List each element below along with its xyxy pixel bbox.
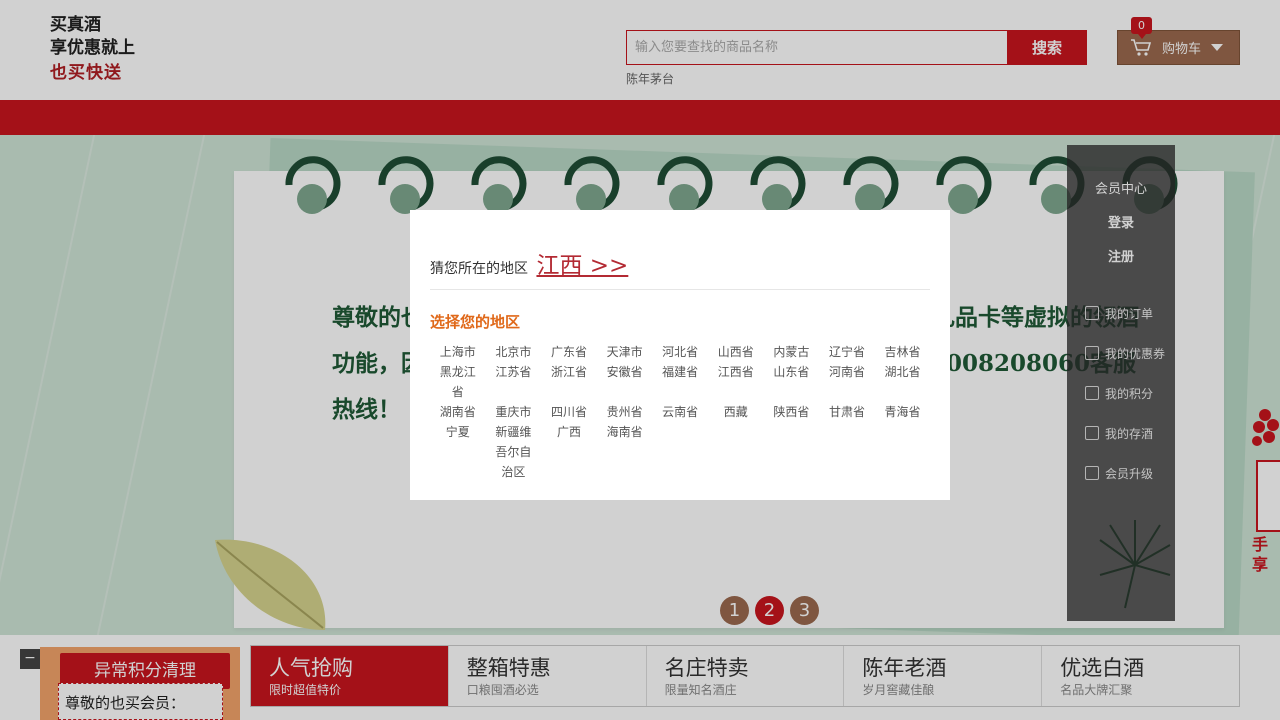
region-option[interactable]: 吉林省 — [875, 342, 931, 362]
region-option[interactable]: 广西 — [541, 422, 597, 482]
region-option[interactable]: 黑龙江省 — [430, 362, 486, 402]
guess-label: 猜您所在的地区 — [430, 261, 528, 277]
region-option[interactable]: 青海省 — [875, 402, 931, 422]
region-option[interactable]: 贵州省 — [597, 402, 653, 422]
region-option[interactable]: 河北省 — [652, 342, 708, 362]
region-option[interactable]: 福建省 — [652, 362, 708, 402]
region-grid: 上海市 北京市 广东省 天津市 河北省 山西省 内蒙古 辽宁省 吉林省黑龙江省 江苏省 浙江省 安徽省… — [430, 342, 930, 482]
region-option[interactable]: 内蒙古 — [764, 342, 820, 362]
region-option[interactable]: 河南省 — [819, 362, 875, 402]
region-option[interactable]: 新疆维吾尔自治区 — [486, 422, 542, 482]
modal-divider — [430, 289, 930, 290]
region-option[interactable]: 海南省 — [597, 422, 653, 482]
guess-region-link[interactable]: 江西 >> — [536, 253, 628, 279]
region-option[interactable]: 云南省 — [652, 402, 708, 422]
region-option[interactable]: 西藏 — [708, 402, 764, 422]
region-option[interactable]: 北京市 — [486, 342, 542, 362]
region-option[interactable]: 甘肃省 — [819, 402, 875, 422]
region-option[interactable]: 上海市 — [430, 342, 486, 362]
choose-region-label: 选择您的地区 — [430, 313, 521, 331]
region-option[interactable]: 宁夏 — [430, 422, 486, 482]
region-option[interactable]: 重庆市 — [486, 402, 542, 422]
region-option[interactable]: 四川省 — [541, 402, 597, 422]
region-option[interactable]: 广东省 — [541, 342, 597, 362]
region-select-modal: 猜您所在的地区 江西 >> 选择您的地区 上海市 北京市 广东省 天津市 河北省 山西省内… — [410, 210, 950, 500]
region-option[interactable]: 江西省 — [708, 362, 764, 402]
region-option[interactable]: 浙江省 — [541, 362, 597, 402]
region-option[interactable]: 山西省 — [708, 342, 764, 362]
region-option[interactable]: 天津市 — [597, 342, 653, 362]
region-option[interactable]: 山东省 — [764, 362, 820, 402]
region-option[interactable]: 安徽省 — [597, 362, 653, 402]
guess-region-row: 猜您所在的地区 江西 >> — [430, 246, 628, 280]
region-option[interactable]: 辽宁省 — [819, 342, 875, 362]
region-option[interactable]: 江苏省 — [486, 362, 542, 402]
region-option[interactable]: 湖南省 — [430, 402, 486, 422]
region-option[interactable]: 湖北省 — [875, 362, 931, 402]
region-option[interactable]: 陕西省 — [764, 402, 820, 422]
